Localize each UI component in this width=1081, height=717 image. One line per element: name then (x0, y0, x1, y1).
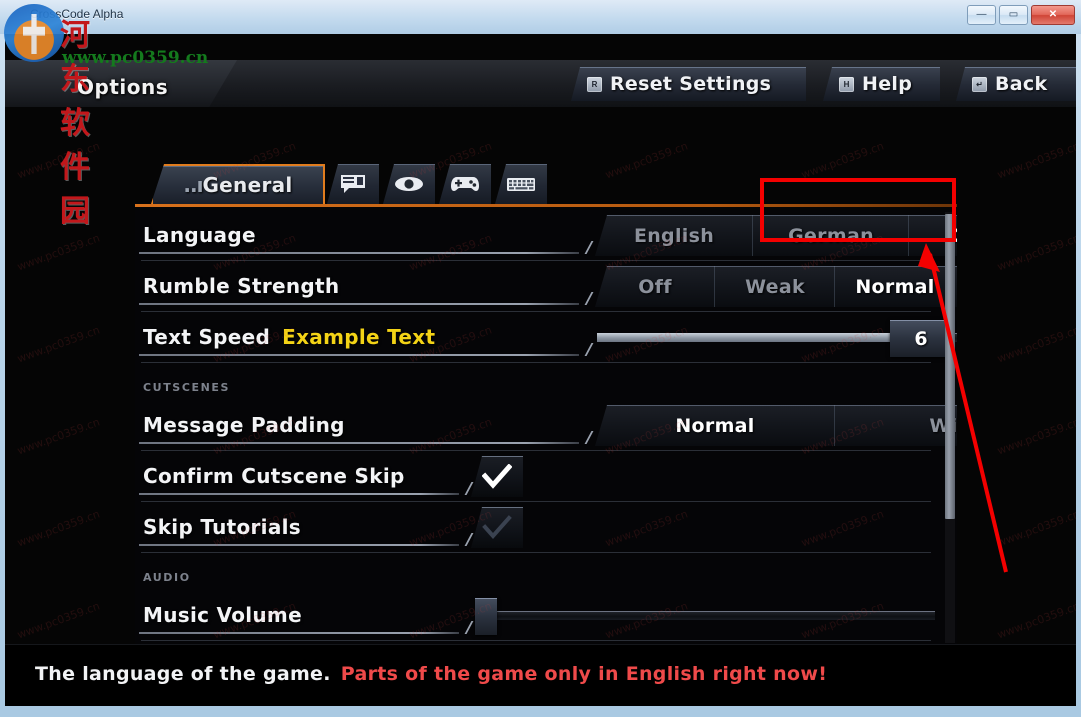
rumble-option-normal-label: Normal (855, 275, 935, 298)
tab-general-label: ..ıGeneral (183, 173, 292, 197)
tab-strip-underline (135, 204, 957, 207)
window-controls: — ▭ ✕ (967, 5, 1075, 25)
watermark-tile: www.pc0359.cn (15, 599, 102, 642)
close-button[interactable]: ✕ (1031, 5, 1075, 25)
tab-controls[interactable] (439, 164, 491, 204)
gamepad-icon (451, 177, 479, 191)
rumble-option-off-label: Off (638, 275, 672, 298)
back-button[interactable]: ↵ Back (956, 67, 1076, 101)
watermark-tile: www.pc0359.cn (995, 507, 1076, 550)
watermark-tile: www.pc0359.cn (15, 507, 102, 550)
minimize-button[interactable]: — (967, 5, 996, 25)
row-separator (141, 640, 931, 641)
text-speed-label-underline (139, 354, 579, 356)
application-window: CrossCode Alpha — ▭ ✕ Options R Reset Se… (0, 0, 1081, 717)
setting-row-confirm-cutscene-skip: Confirm Cutscene Skip (135, 451, 945, 502)
reset-settings-label: Reset Settings (610, 73, 772, 95)
game-viewport: Options R Reset Settings H Help ↵ Back .… (5, 34, 1076, 706)
confirm-cutscene-skip-checkbox[interactable] (471, 456, 523, 497)
speech-bubble-icon (341, 175, 365, 193)
language-label-underline (139, 252, 579, 254)
text-speed-example-text: Example Text (282, 325, 436, 349)
help-button[interactable]: H Help (823, 67, 940, 101)
watermark-tile: www.pc0359.cn (995, 231, 1076, 274)
reset-key-icon: R (587, 76, 602, 92)
watermark-tile: www.pc0359.cn (995, 139, 1076, 182)
setting-row-rumble-strength: Rumble Strength Off Weak Normal Strong (135, 261, 945, 312)
watermark-tile: www.pc0359.cn (15, 415, 102, 458)
tab-keyboard[interactable] (495, 164, 547, 204)
help-key-icon: H (839, 76, 854, 92)
language-label: Language (143, 223, 256, 247)
status-warning: Parts of the game only in English right … (340, 663, 828, 685)
status-description: The language of the game. (35, 663, 331, 685)
tab-text[interactable] (327, 164, 379, 204)
title-bar: CrossCode Alpha — ▭ ✕ (0, 0, 1081, 34)
confirm-cutscene-skip-label: Confirm Cutscene Skip (143, 464, 405, 488)
rumble-option-strong[interactable]: Strong (955, 266, 957, 307)
close-icon: ✕ (1048, 9, 1058, 20)
watermark-tile: www.pc0359.cn (15, 231, 102, 274)
maximize-button[interactable]: ▭ (999, 5, 1028, 25)
row-separator (141, 552, 931, 553)
back-label: Back (995, 73, 1048, 95)
page-title: Options (77, 75, 169, 99)
watermark-tile: www.pc0359.cn (15, 323, 102, 366)
text-speed-slider-thumb[interactable]: 6 (890, 320, 952, 357)
back-key-icon: ↵ (972, 76, 987, 92)
rumble-option-normal[interactable]: Normal (835, 266, 955, 307)
rumble-option-off[interactable]: Off (595, 266, 715, 307)
rumble-strength-label: Rumble Strength (143, 274, 340, 298)
rumble-option-weak-label: Weak (745, 275, 805, 298)
rumble-option-weak[interactable]: Weak (715, 266, 835, 307)
content-scrollbar-thumb[interactable] (945, 214, 955, 519)
rumble-label-underline (139, 303, 579, 305)
keyboard-icon (507, 177, 535, 191)
message-padding-label-underline (139, 442, 579, 444)
reset-settings-button[interactable]: R Reset Settings (571, 67, 806, 101)
watermark-tile: www.pc0359.cn (995, 415, 1076, 458)
help-label: Help (862, 73, 913, 95)
watermark-tile: www.pc0359.cn (15, 139, 102, 182)
section-header-audio: AUDIO (143, 571, 191, 584)
watermark-tile: www.pc0359.cn (995, 323, 1076, 366)
minimize-icon: — (976, 9, 987, 20)
status-bar: The language of the game. Parts of the ga… (5, 644, 1076, 706)
watermark-tile: www.pc0359.cn (995, 599, 1076, 642)
checkmark-icon (482, 463, 512, 489)
confirm-skip-label-underline (139, 493, 459, 495)
maximize-icon: ▭ (1008, 9, 1019, 20)
tab-general-prefix: ..ı (183, 173, 203, 197)
section-header-cutscenes: CUTSCENES (143, 381, 231, 394)
status-text: The language of the game. Parts of the ga… (35, 663, 827, 685)
window-title: CrossCode Alpha (30, 7, 124, 21)
rumble-option-group: Off Weak Normal Strong (595, 266, 957, 307)
